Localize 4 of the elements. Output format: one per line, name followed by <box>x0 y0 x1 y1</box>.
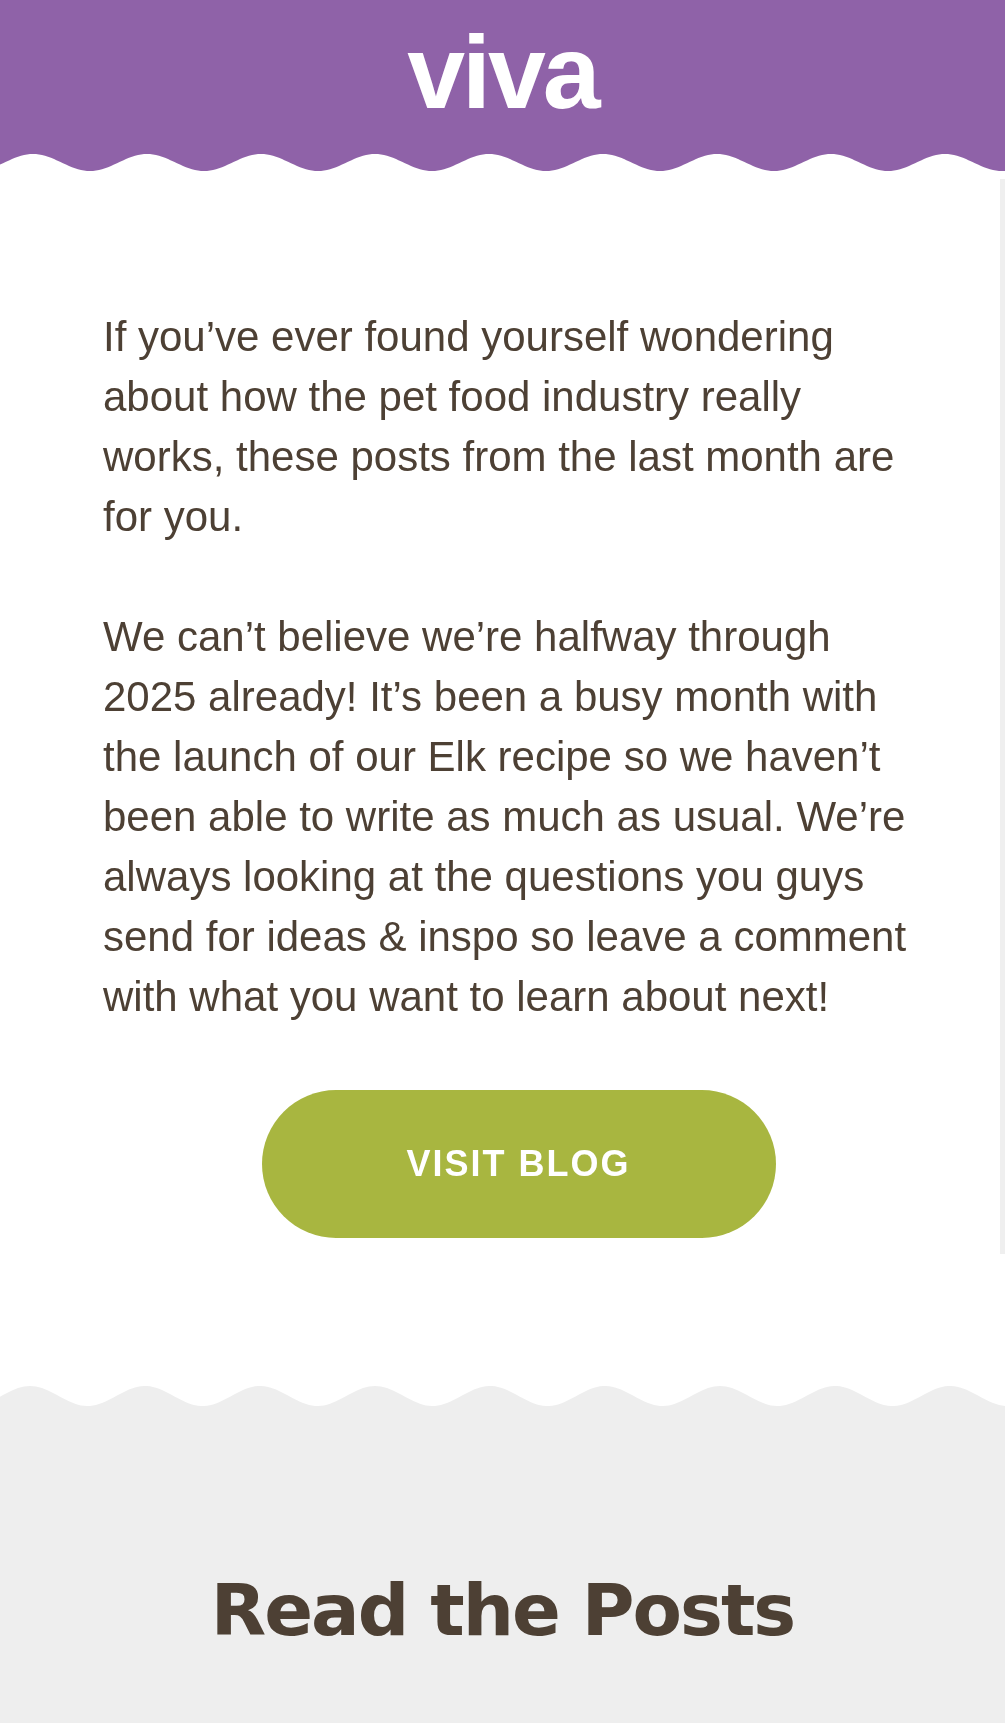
section-heading: Read the Posts <box>209 1567 796 1653</box>
brand-logo[interactable]: viva <box>407 20 598 124</box>
intro-paragraph: If you’ve ever found yourself wondering about how the pet food industry really works, these posts from the last month are for you. <box>103 312 896 542</box>
intro-paragraph: We can’t believe we’re halfway through 2025 already! It’s been a busy month with the launch of our Elk recipe so we haven’t been able to write as much as usual. We’re always looking at the questions you guys send for ideas & inspo so leave a comment with what you want to learn about next! <box>103 612 908 1022</box>
